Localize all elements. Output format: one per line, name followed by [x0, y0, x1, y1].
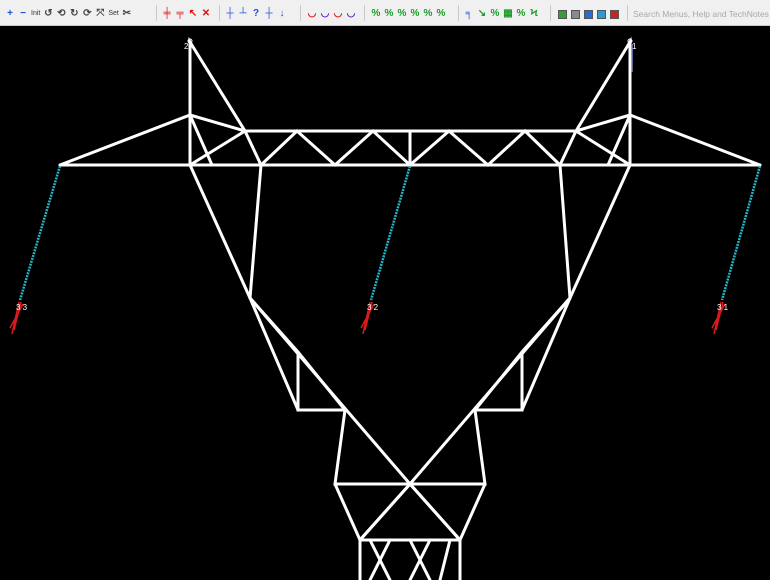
conductor-label: 3 2 — [367, 303, 379, 312]
green-tools-group: % % % % % % — [370, 6, 448, 22]
remove-load-icon[interactable]: ┴ — [237, 7, 249, 21]
toolbar-separator — [550, 5, 551, 21]
left-arm-members — [58, 36, 247, 167]
tower-waist — [333, 482, 487, 580]
toolbar-separator — [627, 5, 628, 21]
display-blue-icon[interactable] — [582, 7, 594, 21]
rotate-up-icon[interactable]: ⟲ — [55, 7, 67, 21]
curve-tools-group: ◡ ◡ ◡ ◡ — [306, 6, 358, 22]
display-tools-group — [556, 6, 621, 22]
right-arm-members — [574, 36, 762, 167]
set-view-button[interactable]: Set — [107, 7, 120, 21]
rotate-left-icon[interactable]: ↺ — [42, 7, 54, 21]
toolbar-separator — [364, 5, 365, 21]
sag-delete-icon[interactable]: ◡ — [332, 7, 344, 21]
display-render-icon[interactable] — [608, 7, 620, 21]
search-input[interactable]: Search Menus, Help and TechNotes — [633, 7, 770, 21]
zoom-out-icon[interactable]: − — [17, 7, 29, 21]
insulators — [18, 165, 762, 301]
top-node-label-right: 1 — [632, 42, 637, 51]
zoom-in-icon[interactable]: + — [4, 7, 16, 21]
check-tool-icon[interactable]: % — [409, 7, 421, 21]
check-tool-icon[interactable]: % — [422, 7, 434, 21]
insulator-2 — [369, 165, 412, 301]
tower-model[interactable]: 2 1 3 3 3 2 3 1 — [0, 26, 770, 580]
conductor-label: 3 1 — [717, 303, 729, 312]
insulator-3 — [18, 165, 62, 301]
delete-member-icon[interactable]: ✕ — [200, 7, 212, 21]
group-icon[interactable]: ▦ — [502, 7, 514, 21]
sag-icon[interactable]: ◡ — [306, 7, 318, 21]
analysis-tools-group: ╕ ↘ % ▦ % Ϟ — [463, 6, 541, 22]
sag-check-icon[interactable]: ◡ — [345, 7, 357, 21]
toolbar-separator — [219, 5, 220, 21]
display-color-icon[interactable] — [595, 7, 607, 21]
toolbar: + − Init ↺ ⟲ ↻ ⟳ ⤧ Set ✂ ╪ ╤ ↖ ✕ ┼ ┴ ? ┼… — [0, 0, 770, 26]
tower-body-legs — [188, 163, 632, 487]
tower-members — [58, 36, 762, 580]
edit-tools-group: ╪ ╤ ↖ ✕ — [161, 6, 213, 22]
analysis-icon[interactable]: % — [489, 7, 501, 21]
rotate-right-icon[interactable]: ↻ — [68, 7, 80, 21]
check-tool-icon[interactable]: % — [396, 7, 408, 21]
load-vector-icon[interactable]: ↓ — [276, 7, 288, 21]
check-tool-icon[interactable]: % — [435, 7, 447, 21]
model-viewport[interactable]: 2 1 3 3 3 2 3 1 — [0, 26, 770, 580]
conductor-label: 3 3 — [16, 303, 28, 312]
init-view-button[interactable]: Init — [30, 7, 41, 21]
split-member-icon[interactable]: ╤ — [174, 7, 186, 21]
check-tool-icon[interactable]: % — [383, 7, 395, 21]
crossarm-truss-web — [259, 128, 562, 168]
rotate-down-icon[interactable]: ⟳ — [81, 7, 93, 21]
display-grid-icon[interactable] — [569, 7, 581, 21]
toolbar-separator — [156, 5, 157, 21]
tower-base-bracing — [358, 481, 462, 580]
extend-icon[interactable]: ↘ — [476, 7, 488, 21]
insulator-1 — [720, 165, 762, 301]
fit-view-icon[interactable]: ⤧ — [94, 7, 106, 21]
attach-icon[interactable]: ╕ — [463, 7, 475, 21]
load-case-icon[interactable]: ┼ — [263, 7, 275, 21]
toolbar-separator — [300, 5, 301, 21]
sag-edit-icon[interactable]: ◡ — [319, 7, 331, 21]
move-joint-icon[interactable]: ↖ — [187, 7, 199, 21]
toolbar-separator — [458, 5, 459, 21]
load-tools-group: ┼ ┴ ? ┼ ↓ — [224, 6, 289, 22]
add-member-icon[interactable]: ╪ — [161, 7, 173, 21]
check-tool-icon[interactable]: % — [370, 7, 382, 21]
display-mode-icon[interactable] — [556, 7, 568, 21]
top-node-label-left: 2 — [184, 42, 189, 51]
load-query-icon[interactable]: ? — [250, 7, 262, 21]
add-load-icon[interactable]: ┼ — [224, 7, 236, 21]
view-tools-group: + − Init ↺ ⟲ ↻ ⟳ ⤧ Set ✂ — [4, 6, 134, 22]
report-icon[interactable]: % — [515, 7, 527, 21]
run-icon[interactable]: Ϟ — [528, 7, 540, 21]
cut-icon[interactable]: ✂ — [121, 7, 133, 21]
